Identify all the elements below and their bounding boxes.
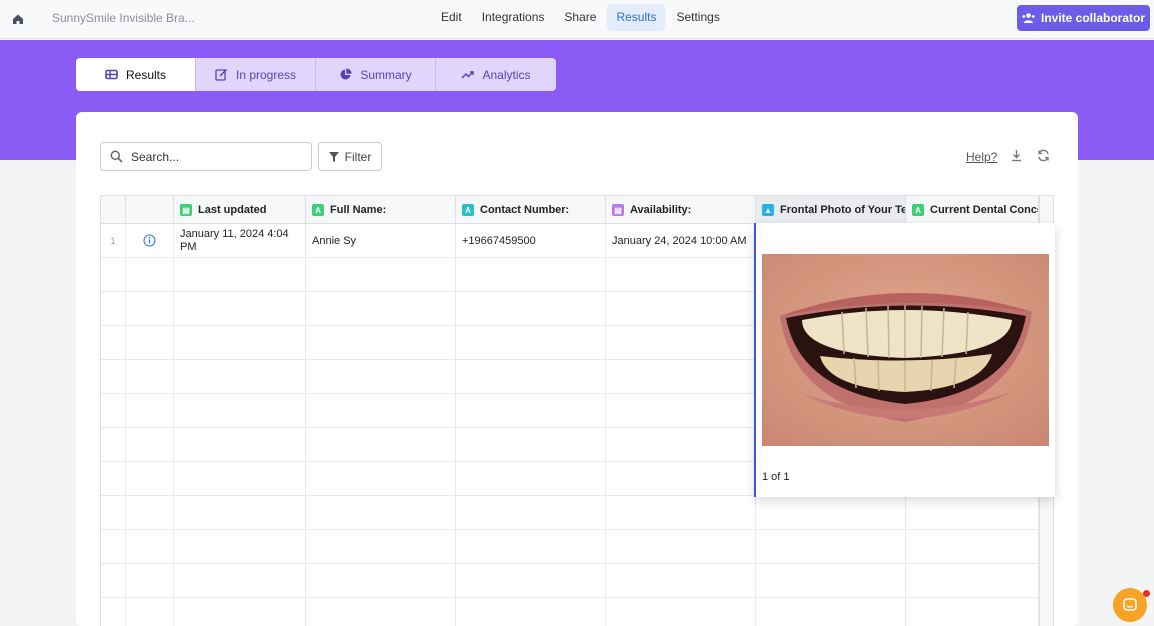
invite-collaborator-button[interactable]: Invite collaborator [1017,5,1150,31]
column-label: Last updated [198,204,267,216]
tab-summary-label: Summary [360,67,412,82]
info-icon[interactable] [143,234,156,247]
text-type-icon: A [912,204,924,216]
empty-row[interactable] [101,496,1039,530]
empty-row[interactable] [101,598,1039,626]
tab-analytics[interactable]: Analytics [436,58,556,91]
image-preview-popup: 1 of 1 [754,223,1055,497]
calendar-type-icon: ▤ [612,204,624,216]
search-icon [110,150,123,163]
nav-link-share[interactable]: Share [555,4,605,31]
teeth-photo-illustration [762,254,1049,446]
top-navigation-bar: SunnySmile Invisible Bra... Edit Integra… [0,0,1154,39]
tab-results[interactable]: Results [76,58,196,91]
image-type-icon: ▲ [762,204,774,216]
column-header-frontal-photo[interactable]: ▲ Frontal Photo of Your Teeth [756,196,906,224]
refresh-icon[interactable] [1037,149,1050,162]
chat-icon [1123,598,1137,611]
column-header-contact-number[interactable]: A Contact Number: [456,196,606,224]
tab-analytics-label: Analytics [482,67,531,82]
users-icon [1022,13,1035,23]
cell-full-name[interactable]: Annie Sy [306,224,456,257]
nav-link-integrations[interactable]: Integrations [473,4,554,31]
support-chat-button[interactable] [1113,588,1147,622]
column-label: Current Dental Concern [930,204,1038,216]
cell-availability[interactable]: January 24, 2024 10:00 AM [606,224,756,257]
filter-button[interactable]: Filter [318,142,382,171]
empty-row[interactable] [101,530,1039,564]
nav-links: Edit Integrations Share Results Settings [432,4,731,31]
trend-icon [461,71,475,79]
grid-header-row: ▤ Last updated A Full Name: A Contact Nu… [101,196,1039,224]
table-icon [105,69,118,80]
nav-link-settings[interactable]: Settings [667,4,728,31]
pie-chart-icon [340,68,352,80]
download-icon[interactable] [1010,149,1023,162]
column-header-full-name[interactable]: A Full Name: [306,196,456,224]
help-link[interactable]: Help? [966,150,997,164]
column-label: Full Name: [330,204,387,216]
column-header-dental-concern[interactable]: A Current Dental Concern [906,196,1039,224]
filter-icon [328,151,339,162]
tab-in-progress-label: In progress [235,67,297,82]
tab-results-label: Results [125,67,166,82]
notification-dot [1143,590,1150,597]
edit-icon [215,68,228,81]
filter-label: Filter [344,149,372,164]
cell-contact-number[interactable]: +19667459500 [456,224,606,257]
text-type-icon: A [462,204,474,216]
row-info-cell [126,224,174,257]
home-icon[interactable] [10,11,26,27]
results-tab-bar: Results In progress Summary Analytics [76,58,556,91]
column-label: Frontal Photo of Your Teeth [780,204,906,216]
column-header-last-updated[interactable]: ▤ Last updated [174,196,306,224]
row-index: 1 [101,224,126,257]
search-input[interactable] [131,149,301,164]
form-title[interactable]: SunnySmile Invisible Bra... [52,11,195,25]
column-label: Availability: [630,204,692,216]
column-header-availability[interactable]: ▤ Availability: [606,196,756,224]
teeth-photo[interactable] [762,254,1049,446]
tab-summary[interactable]: Summary [316,58,436,91]
search-box[interactable] [100,142,312,171]
nav-link-results[interactable]: Results [607,4,666,31]
text-type-icon: A [312,204,324,216]
cell-last-updated[interactable]: January 11, 2024 4:04 PM [174,224,306,257]
tab-in-progress[interactable]: In progress [196,58,316,91]
header-info-cell [126,196,174,224]
empty-row[interactable] [101,564,1039,598]
column-label: Contact Number: [480,204,570,216]
image-pager: 1 of 1 [762,471,790,483]
nav-link-edit[interactable]: Edit [432,4,471,31]
invite-collaborator-label: Invite collaborator [1040,11,1146,25]
header-index-cell [101,196,126,224]
date-type-icon: ▤ [180,204,192,216]
